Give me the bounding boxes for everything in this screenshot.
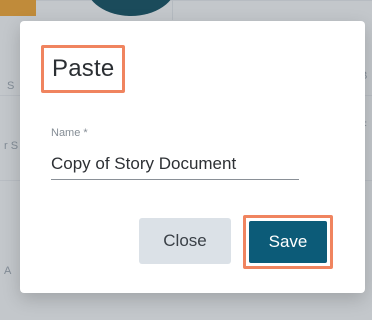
close-button[interactable]: Close bbox=[139, 218, 231, 264]
name-field-label: Name * bbox=[51, 127, 88, 139]
dialog-title-highlight: Paste bbox=[41, 45, 126, 93]
dialog-title: Paste bbox=[52, 55, 115, 82]
app-background: S r S B F r A Paste Name * Close Save bbox=[0, 0, 372, 320]
save-button[interactable]: Save bbox=[249, 221, 327, 263]
save-button-highlight: Save bbox=[243, 215, 333, 269]
name-input[interactable] bbox=[51, 149, 299, 180]
paste-dialog: Paste Name * Close Save bbox=[20, 21, 365, 293]
